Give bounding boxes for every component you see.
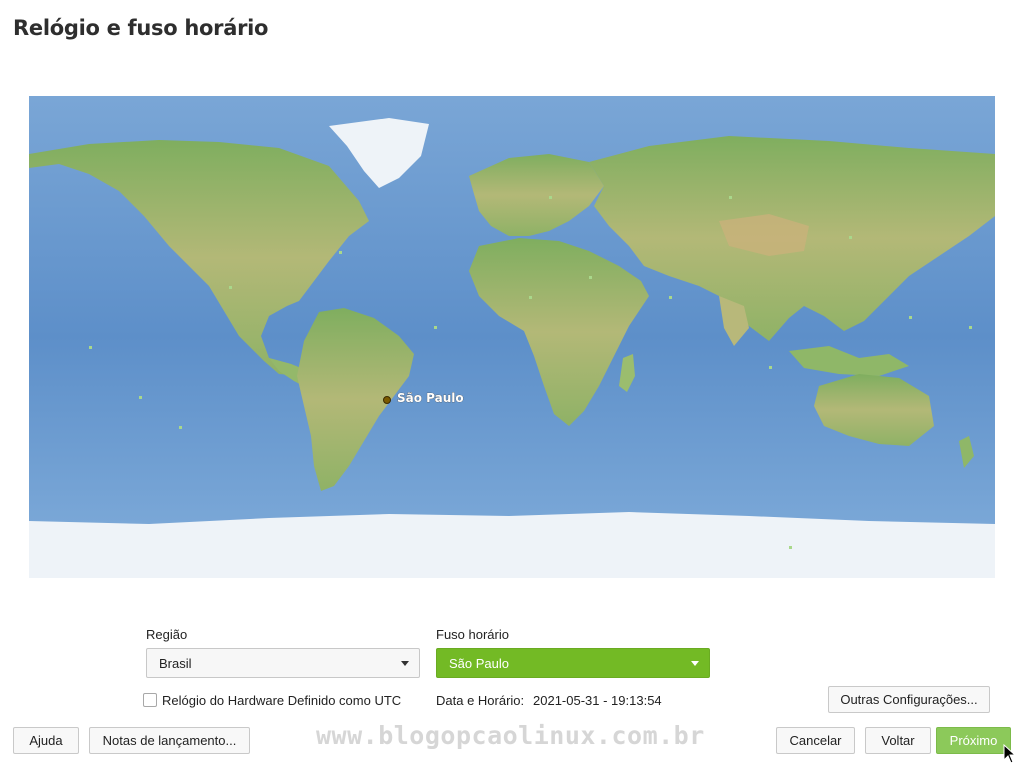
chevron-down-icon [401,661,409,666]
region-value: Brasil [159,655,192,671]
timezone-value: São Paulo [449,655,509,671]
page-title: Relógio e fuso horário [13,16,269,40]
mouse-pointer-icon [1003,744,1017,764]
hardware-clock-utc-label: Relógio do Hardware Definido como UTC [162,693,402,708]
cancel-button[interactable]: Cancelar [776,727,855,754]
datetime-value: 2021-05-31 - 19:13:54 [533,693,662,708]
other-settings-button[interactable]: Outras Configurações... [828,686,990,713]
region-combobox[interactable]: Brasil [146,648,420,678]
hardware-clock-utc-checkbox[interactable] [143,693,157,707]
release-notes-button[interactable]: Notas de lançamento... [89,727,250,754]
selected-city-label: São Paulo [397,391,464,405]
region-label: Região [146,627,188,642]
back-button[interactable]: Voltar [865,727,931,754]
selected-city-marker [383,396,391,404]
world-map[interactable]: São Paulo [29,96,995,578]
timezone-combobox[interactable]: São Paulo [436,648,710,678]
next-button[interactable]: Próximo [936,727,1011,754]
datetime-label: Data e Horário: [436,693,525,708]
timezone-label: Fuso horário [436,627,509,642]
help-button[interactable]: Ajuda [13,727,79,754]
chevron-down-icon [691,661,699,666]
world-map-image[interactable]: São Paulo [29,96,995,578]
watermark: www.blogopcaolinux.com.br [316,721,705,750]
